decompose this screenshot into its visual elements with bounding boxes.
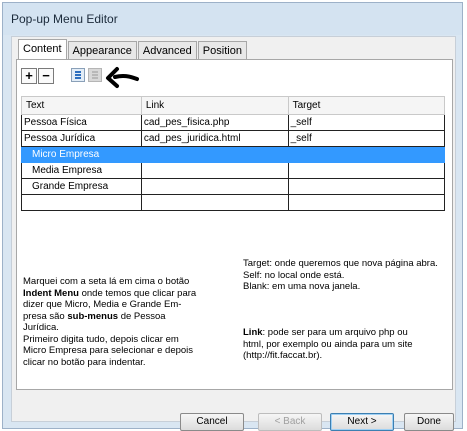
note-bold: Indent Menu [23,287,79,299]
content-panel: + − Text Link Target Pessoa Física cad_p… [16,59,453,390]
cell-link[interactable] [140,178,289,195]
cancel-button[interactable]: Cancel [180,413,244,431]
note-line: (http://fit.faccat.br). [243,350,323,361]
note-line: Jurídica. [23,322,59,333]
next-button[interactable]: Next > [330,413,394,431]
cell-text[interactable]: Micro Empresa [21,146,142,163]
table-row-empty[interactable] [21,194,446,211]
note-text: de Pessoa [118,310,166,322]
indent-menu-button[interactable] [71,68,85,82]
table-row[interactable]: Grande Empresa [21,178,446,195]
tab-content[interactable]: Content [18,39,67,60]
note-text: onde temos que clicar para [78,287,197,299]
cell-target[interactable] [287,162,446,179]
cell-target[interactable] [287,178,446,195]
table-row[interactable]: Media Empresa [21,162,446,179]
remove-item-button[interactable]: − [38,68,54,84]
back-button[interactable]: < Back [258,413,322,431]
note-line: presa são sub-menus de Pessoa [23,311,243,323]
dialog-client: Content Appearance Advanced Position + − [11,36,456,431]
cell-link[interactable] [140,146,289,163]
cell-text[interactable] [21,194,142,211]
indent-icon [75,71,81,79]
cell-target[interactable]: _self [287,130,446,147]
note-line: dizer que Micro, Media e Grande Em- [23,299,182,310]
done-button[interactable]: Done [404,413,454,431]
column-header-target[interactable]: Target [287,96,446,115]
outdent-menu-button[interactable] [88,68,102,82]
cell-target[interactable] [287,194,446,211]
note-line: clicar no botão para indentar. [23,356,146,368]
target-note: Target: onde queremos que nova página ab… [243,258,438,293]
cell-target[interactable] [287,146,446,163]
indent-instructions-note: Marquei com a seta lá em cima o botão In… [23,276,243,368]
cell-text[interactable]: Pessoa Física [21,114,142,131]
note-bold: sub-menus [67,310,119,322]
outdent-icon [92,71,98,79]
table-header-row: Text Link Target [21,96,446,115]
note-text: : pode ser para um arquivo php ou [262,327,408,338]
tab-position[interactable]: Position [197,41,247,60]
add-item-button[interactable]: + [21,68,37,84]
hand-drawn-arrow-icon [106,67,139,88]
table-row[interactable]: Pessoa Física cad_pes_fisica.php _self [21,114,446,131]
note-line: Micro Empresa para selecionar e depois [23,345,194,356]
note-line: Link: pode ser para um arquivo php ou [243,327,448,339]
column-header-text[interactable]: Text [21,96,142,115]
note-line: Target: onde queremos que nova página ab… [243,258,438,269]
dialog-window: Pop-up Menu Editor Content Appearance Ad… [2,2,463,431]
note-line: Primeiro digita tudo, depois clicar em [23,333,179,345]
table-row[interactable]: Pessoa Jurídica cad_pes_juridica.html _s… [21,130,446,147]
tab-advanced[interactable]: Advanced [137,41,197,60]
cell-text[interactable]: Grande Empresa [21,178,142,195]
cell-link[interactable]: cad_pes_juridica.html [140,130,289,147]
cell-target[interactable]: _self [287,114,446,131]
cell-link[interactable]: cad_pes_fisica.php [140,114,289,131]
link-note: Link: pode ser para um arquivo php ou ht… [243,327,448,362]
cell-link[interactable] [140,194,289,211]
note-line: Indent Menu onde temos que clicar para [23,288,243,300]
tab-strip: Content Appearance Advanced Position [18,39,248,60]
window-title: Pop-up Menu Editor [11,12,118,26]
cell-text[interactable]: Pessoa Jurídica [21,130,142,147]
cell-text[interactable]: Media Empresa [21,162,142,179]
column-header-link[interactable]: Link [140,96,289,115]
note-line: Blank: em uma nova janela. [243,281,361,292]
note-line: Self: no local onde está. [243,269,345,281]
note-line: Marquei com a seta lá em cima o botão [23,276,190,287]
tab-appearance[interactable]: Appearance [67,41,137,60]
cell-link[interactable] [140,162,289,179]
note-bold: Link [243,327,263,338]
menu-items-table: Text Link Target Pessoa Física cad_pes_f… [21,96,446,211]
note-line: html, por exemplo ou ainda para um site [243,338,413,350]
note-text: presa são [23,310,68,322]
table-row-selected[interactable]: Micro Empresa [21,146,446,163]
title-bar[interactable]: Pop-up Menu Editor [3,3,462,35]
